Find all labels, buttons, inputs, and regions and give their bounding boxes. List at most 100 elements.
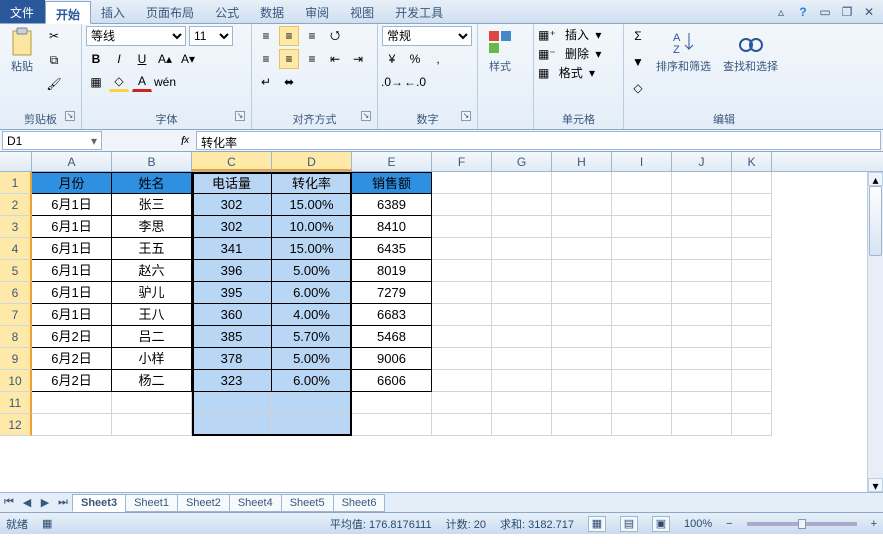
tab-developer[interactable]: 开发工具 [385,0,454,23]
styles-button[interactable]: 样式 [482,26,518,76]
cell-E6[interactable]: 7279 [352,282,432,304]
cell-A10[interactable]: 6月2日 [32,370,112,392]
delete-cells-button[interactable]: ▦⁻ 删除 ▾ [538,45,601,62]
cell-E9[interactable]: 9006 [352,348,432,370]
cell-K5[interactable] [732,260,772,282]
row-header-5[interactable]: 5 [0,260,32,282]
cell-G5[interactable] [492,260,552,282]
cell-F5[interactable] [432,260,492,282]
cell-J2[interactable] [672,194,732,216]
cell-D6[interactable]: 6.00% [272,282,352,304]
column-header-H[interactable]: H [552,152,612,171]
cell-H2[interactable] [552,194,612,216]
cell-H9[interactable] [552,348,612,370]
cell-D1[interactable]: 转化率 [272,172,352,194]
column-header-A[interactable]: A [32,152,112,171]
cell-F12[interactable] [432,414,492,436]
cell-A12[interactable] [32,414,112,436]
row-header-12[interactable]: 12 [0,414,32,436]
cell-A2[interactable]: 6月1日 [32,194,112,216]
cell-D12[interactable] [272,414,352,436]
window-restore-icon[interactable]: ❐ [839,5,855,19]
row-header-11[interactable]: 11 [0,392,32,414]
cell-B8[interactable]: 吕二 [112,326,192,348]
cell-K3[interactable] [732,216,772,238]
row-header-2[interactable]: 2 [0,194,32,216]
cell-B7[interactable]: 王八 [112,304,192,326]
clear-button[interactable]: ◇ [628,78,648,98]
cell-G12[interactable] [492,414,552,436]
font-color-button[interactable]: A [132,72,152,92]
row-header-7[interactable]: 7 [0,304,32,326]
cell-J11[interactable] [672,392,732,414]
cell-F6[interactable] [432,282,492,304]
cell-E2[interactable]: 6389 [352,194,432,216]
tab-review[interactable]: 审阅 [295,0,340,23]
cell-G10[interactable] [492,370,552,392]
cell-B12[interactable] [112,414,192,436]
row-header-9[interactable]: 9 [0,348,32,370]
font-name-select[interactable]: 等线 [86,26,186,46]
align-top-button[interactable]: ≡ [256,26,276,46]
cell-E8[interactable]: 5468 [352,326,432,348]
scroll-down-icon[interactable]: ▾ [868,478,883,492]
column-header-J[interactable]: J [672,152,732,171]
cell-K4[interactable] [732,238,772,260]
cell-G7[interactable] [492,304,552,326]
find-select-button[interactable]: 查找和选择 [719,26,782,76]
cell-A1[interactable]: 月份 [32,172,112,194]
cell-A9[interactable]: 6月2日 [32,348,112,370]
cell-K10[interactable] [732,370,772,392]
row-header-4[interactable]: 4 [0,238,32,260]
percent-button[interactable]: % [405,49,425,69]
cell-G11[interactable] [492,392,552,414]
cell-C9[interactable]: 378 [192,348,272,370]
align-left-button[interactable]: ≡ [256,49,276,69]
cell-C8[interactable]: 385 [192,326,272,348]
cell-A7[interactable]: 6月1日 [32,304,112,326]
cell-K11[interactable] [732,392,772,414]
cell-H1[interactable] [552,172,612,194]
cell-I11[interactable] [612,392,672,414]
cell-B5[interactable]: 赵六 [112,260,192,282]
cell-I3[interactable] [612,216,672,238]
cell-E11[interactable] [352,392,432,414]
cell-H8[interactable] [552,326,612,348]
cell-J7[interactable] [672,304,732,326]
cell-D7[interactable]: 4.00% [272,304,352,326]
indent-decrease-button[interactable]: ⇤ [325,49,345,69]
cell-F10[interactable] [432,370,492,392]
cell-J8[interactable] [672,326,732,348]
view-page-break-button[interactable]: ▣ [652,516,670,532]
column-header-C[interactable]: C [192,152,272,171]
window-close-icon[interactable]: ✕ [861,5,877,19]
number-format-select[interactable]: 常规 [382,26,472,46]
fx-icon[interactable]: fx [174,130,196,151]
cell-C10[interactable]: 323 [192,370,272,392]
cell-I10[interactable] [612,370,672,392]
wrap-text-button[interactable]: ↵ [256,72,276,92]
cell-B6[interactable]: 驴儿 [112,282,192,304]
cell-H7[interactable] [552,304,612,326]
insert-cells-button[interactable]: ▦⁺ 插入 ▾ [538,26,601,43]
cell-F1[interactable] [432,172,492,194]
cell-D2[interactable]: 15.00% [272,194,352,216]
name-box-dropdown-icon[interactable]: ▾ [91,134,97,148]
align-middle-button[interactable]: ≡ [279,26,299,46]
cell-J6[interactable] [672,282,732,304]
cell-A5[interactable]: 6月1日 [32,260,112,282]
cell-G6[interactable] [492,282,552,304]
cell-D5[interactable]: 5.00% [272,260,352,282]
file-tab[interactable]: 文件 [0,0,45,23]
help-icon[interactable]: ? [795,5,811,19]
cell-K8[interactable] [732,326,772,348]
view-page-layout-button[interactable]: ▤ [620,516,638,532]
cell-A11[interactable] [32,392,112,414]
cell-I1[interactable] [612,172,672,194]
cell-H12[interactable] [552,414,612,436]
cell-J4[interactable] [672,238,732,260]
cell-D8[interactable]: 5.70% [272,326,352,348]
cell-B4[interactable]: 王五 [112,238,192,260]
tab-insert[interactable]: 插入 [91,0,136,23]
sort-filter-button[interactable]: AZ 排序和筛选 [652,26,715,76]
